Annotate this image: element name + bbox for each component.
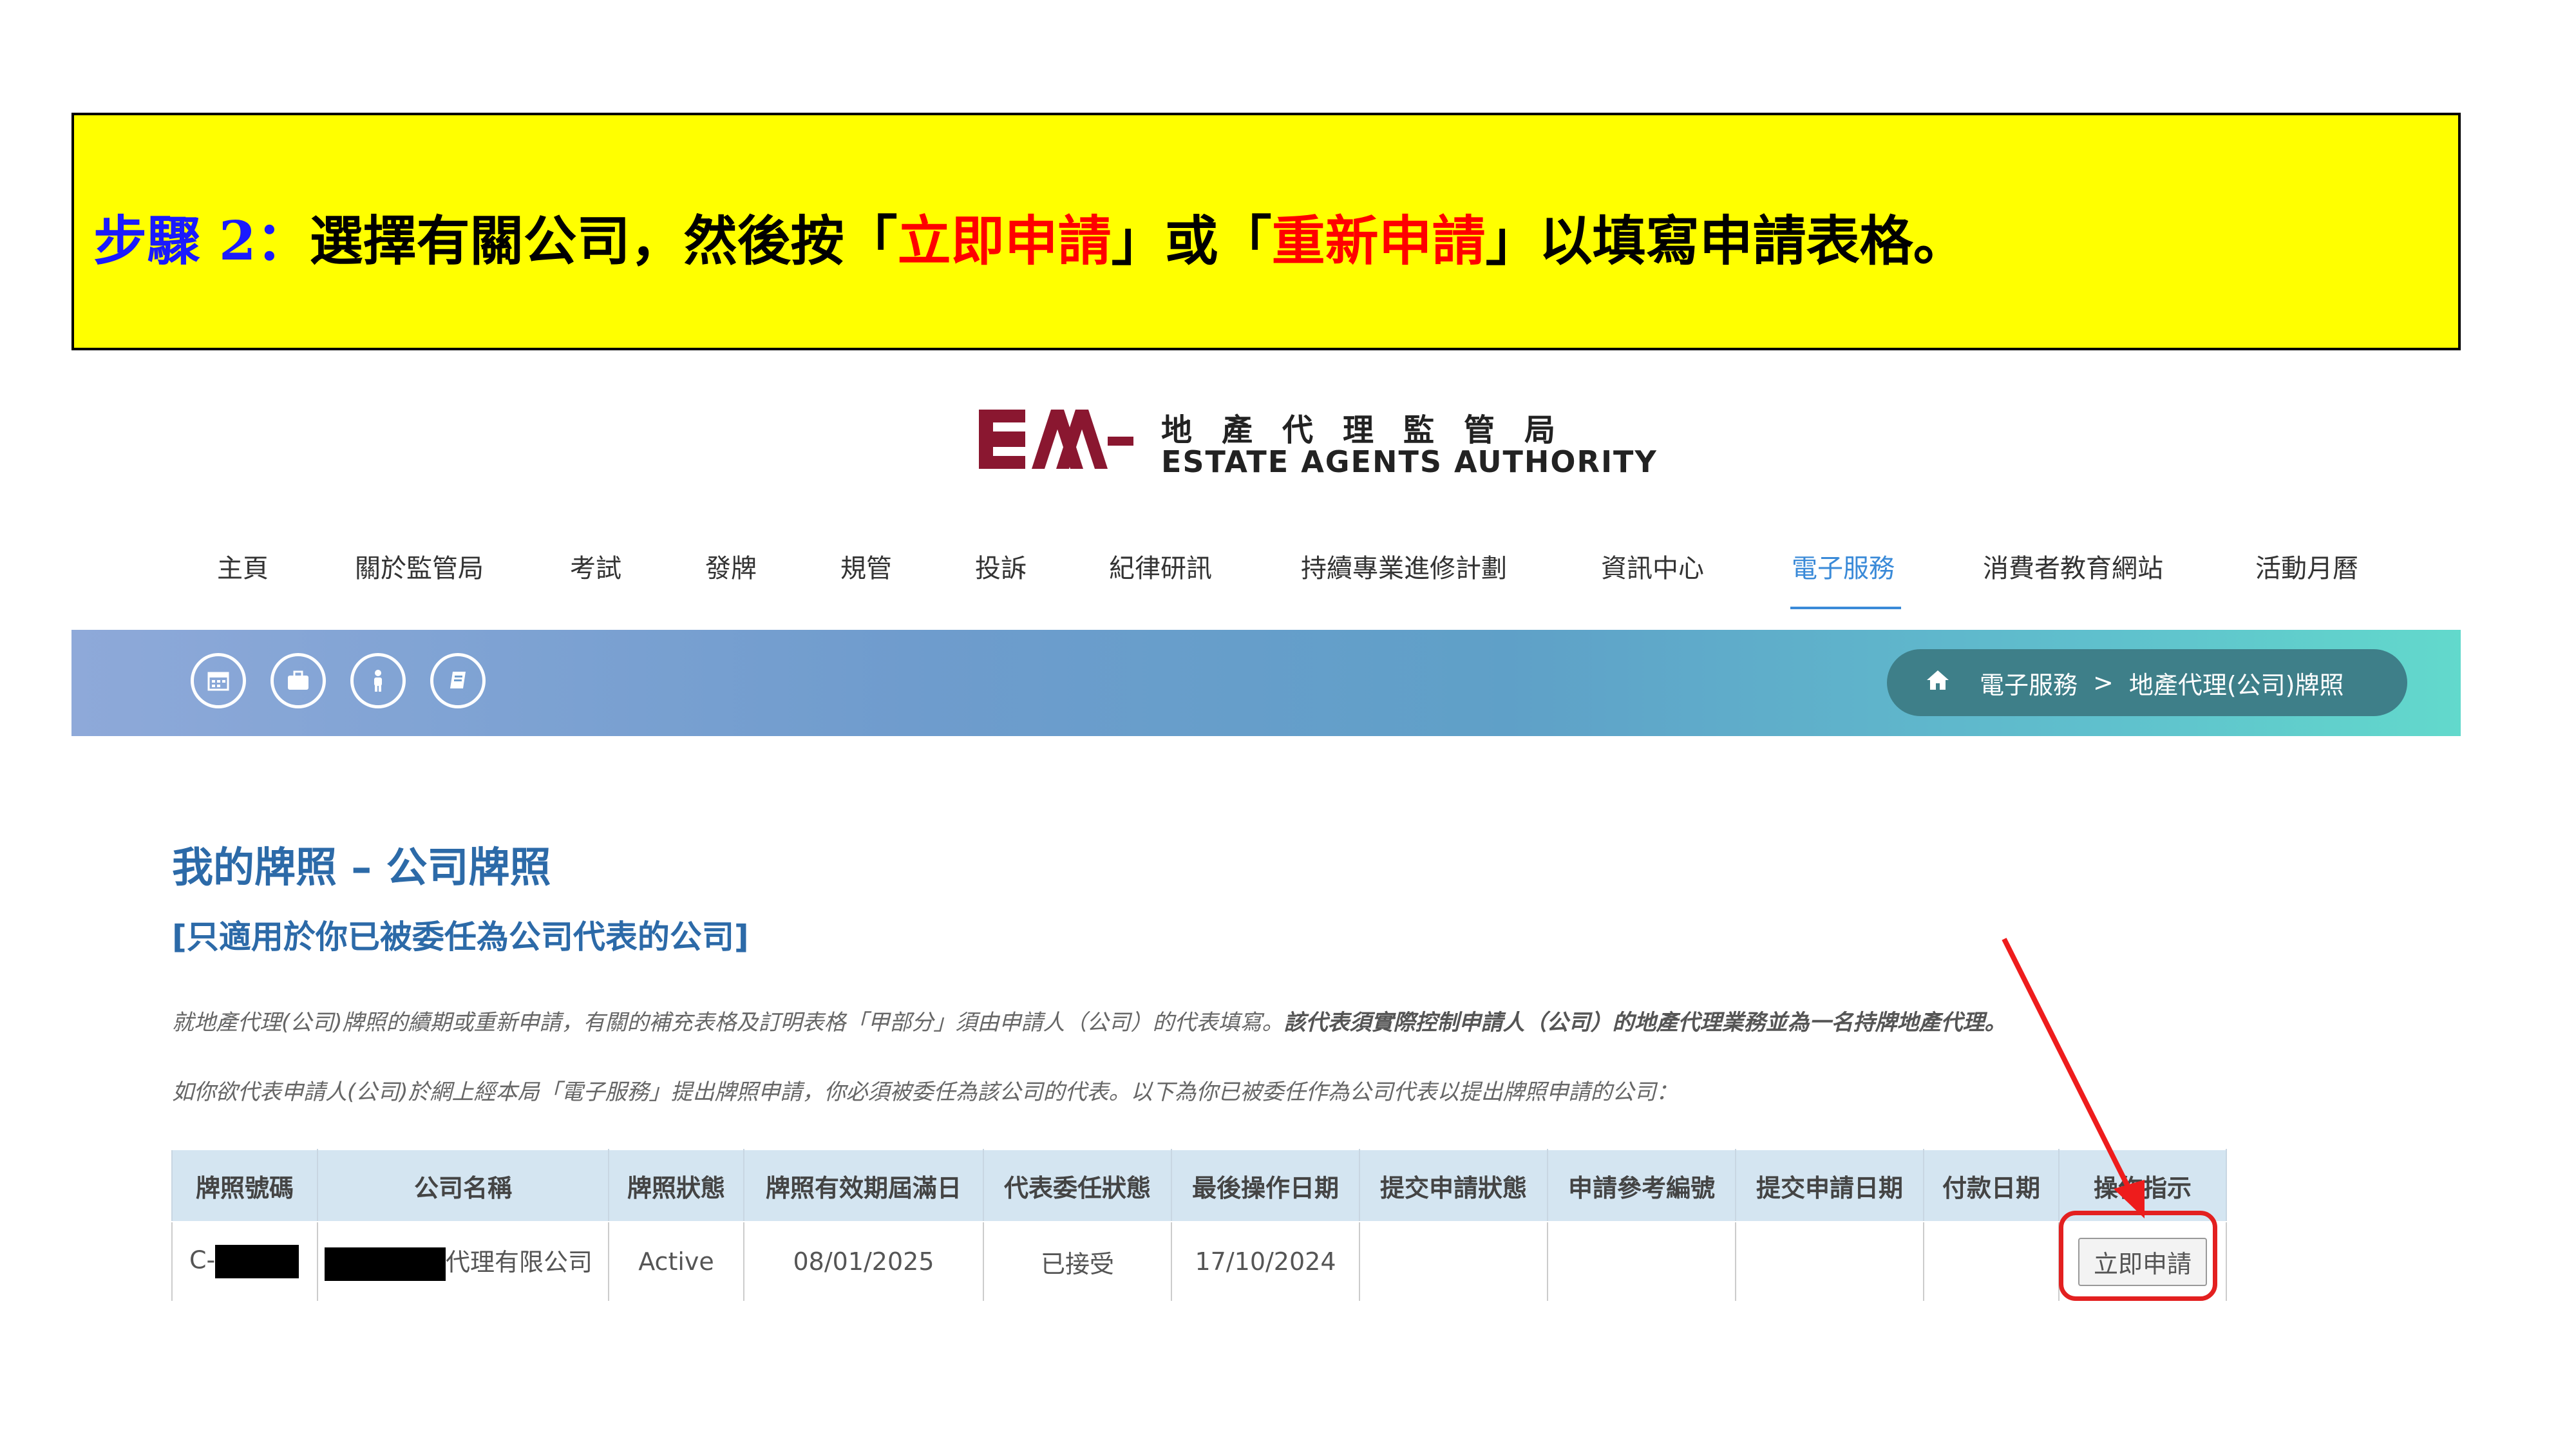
page-subtitle: [只適用於你已被委任為公司代表的公司] — [172, 918, 749, 956]
instruction-paragraph-1: 就地產代理(公司)牌照的續期或重新申請，有關的補充表格及訂明表格「甲部分」須由申… — [172, 1005, 2007, 1036]
column-header: 最後操作日期 — [1171, 1149, 1360, 1222]
license-status-cell: Active — [608, 1221, 744, 1301]
step-apply-now-text: 立即申請 — [897, 209, 1112, 272]
column-header: 牌照號碼 — [171, 1149, 318, 1222]
license-table: 牌照號碼 公司名稱 牌照狀態 牌照有效期屆滿日 代表委任狀態 最後操作日期 提交… — [171, 1149, 2227, 1301]
briefcase-icon[interactable] — [270, 653, 326, 708]
column-header: 公司名稱 — [317, 1149, 609, 1222]
step-reapply-text: 重新申請 — [1271, 209, 1486, 272]
column-header: 申請參考編號 — [1547, 1149, 1736, 1222]
table-header-row: 牌照號碼 公司名稱 牌照狀態 牌照有效期屆滿日 代表委任狀態 最後操作日期 提交… — [171, 1149, 2227, 1222]
column-header: 牌照有效期屆滿日 — [743, 1149, 984, 1222]
main-navigation: 主頁 關於監管局 考試 發牌 規管 投訴 紀律研訊 持續專業進修計劃 資訊中心 … — [0, 547, 2576, 605]
submission-status-cell — [1359, 1221, 1548, 1301]
home-icon[interactable] — [1926, 668, 1950, 697]
nav-consumer-education[interactable]: 消費者教育網站 — [1983, 547, 2163, 585]
book-icon[interactable] — [430, 653, 486, 708]
column-header: 提交申請狀態 — [1359, 1149, 1548, 1222]
redacted-block — [215, 1245, 299, 1278]
hero-banner: 電子服務 > 地產代理(公司)牌照 — [71, 630, 2461, 736]
payment-date-cell — [1923, 1221, 2060, 1301]
page-title: 我的牌照 – 公司牌照 — [172, 844, 551, 892]
column-header: 提交申請日期 — [1735, 1149, 1924, 1222]
instruction-paragraph-2: 如你欲代表申請人(公司)於網上經本局「電子服務」提出牌照申請，你必須被委任為該公… — [172, 1079, 1678, 1105]
step-text-part: 」或「 — [1111, 209, 1272, 272]
appointment-status-cell: 已接受 — [983, 1221, 1172, 1301]
nav-cpd[interactable]: 持續專業進修計劃 — [1301, 547, 1507, 585]
license-number-prefix: C- — [189, 1245, 216, 1274]
column-header: 付款日期 — [1923, 1149, 2060, 1222]
table-row: C- 代理有限公司 Active 08/01/2025 已接受 17/10/20… — [171, 1221, 2227, 1301]
paragraph-1-bold-text: 該代表須實際控制申請人（公司）的地產代理業務並為一名持牌地產代理。 — [1283, 1010, 2007, 1036]
step-instruction-banner: 步驟 2：選擇有關公司，然後按「立即申請」或「重新申請」以填寫申請表格。 — [71, 113, 2461, 350]
nav-active-underline — [1790, 607, 1901, 609]
column-header: 代表委任狀態 — [983, 1149, 1172, 1222]
step-instruction-text: 步驟 2：選擇有關公司，然後按「立即申請」或「重新申請」以填寫申請表格。 — [93, 198, 1967, 275]
eaa-logo-mark-icon — [979, 410, 1133, 469]
company-name-cell: 代理有限公司 — [317, 1221, 609, 1301]
highlight-box — [2059, 1211, 2217, 1301]
nav-licensing[interactable]: 發牌 — [705, 547, 757, 585]
nav-home[interactable]: 主頁 — [217, 547, 269, 585]
step-label: 步驟 2： — [93, 209, 310, 272]
logo-chinese-name: 地產代理監管局 — [1161, 412, 1586, 448]
step-text-part: 」以填寫申請表格。 — [1485, 209, 1967, 272]
person-icon[interactable] — [350, 653, 406, 708]
nav-disciplinary[interactable]: 紀律研訊 — [1109, 547, 1212, 585]
nav-complaints[interactable]: 投訴 — [975, 547, 1027, 585]
nav-e-services[interactable]: 電子服務 — [1792, 547, 1895, 585]
nav-info-centre[interactable]: 資訊中心 — [1601, 547, 1704, 585]
nav-exam[interactable]: 考試 — [570, 547, 621, 585]
expiry-date-cell: 08/01/2025 — [743, 1221, 984, 1301]
step-text-part: 選擇有關公司，然後按「 — [309, 209, 898, 272]
company-name-suffix: 代理有限公司 — [446, 1248, 593, 1277]
nav-calendar[interactable]: 活動月曆 — [2255, 547, 2358, 585]
breadcrumb-e-services[interactable]: 電子服務 — [1980, 665, 2078, 701]
column-header: 牌照狀態 — [608, 1149, 744, 1222]
last-action-date-cell: 17/10/2024 — [1171, 1221, 1360, 1301]
reference-number-cell — [1547, 1221, 1736, 1301]
logo-english-name: ESTATE AGENTS AUTHORITY — [1161, 444, 1658, 479]
submission-date-cell — [1735, 1221, 1924, 1301]
breadcrumb-current-page: 地產代理(公司)牌照 — [2128, 670, 2344, 699]
paragraph-1-text: 就地產代理(公司)牌照的續期或重新申請，有關的補充表格及訂明表格「甲部分」須由申… — [172, 1010, 1284, 1036]
redacted-block — [325, 1247, 446, 1281]
nav-about[interactable]: 關於監管局 — [355, 547, 484, 585]
breadcrumb-separator: > — [2093, 668, 2114, 697]
calendar-icon[interactable] — [191, 653, 246, 708]
breadcrumb: 電子服務 > 地產代理(公司)牌照 — [1887, 649, 2407, 716]
license-number-cell: C- — [171, 1221, 318, 1301]
nav-regulation[interactable]: 規管 — [840, 547, 892, 585]
